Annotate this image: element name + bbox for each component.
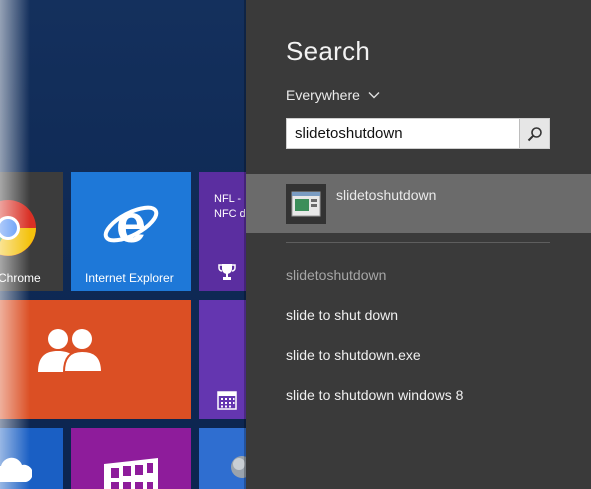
- nfl-tile[interactable]: NFL - NFC d: [199, 172, 246, 291]
- top-app-result[interactable]: slidetoshutdown: [246, 174, 591, 233]
- trophy-icon: [218, 264, 236, 280]
- weather-tile[interactable]: [199, 428, 246, 489]
- internet-explorer-tile[interactable]: e Internet Explorer: [71, 172, 191, 291]
- results-divider: [286, 242, 550, 243]
- internet-explorer-icon: e: [103, 194, 159, 254]
- chrome-icon: [0, 200, 36, 256]
- skydrive-tile[interactable]: [0, 428, 63, 489]
- svg-text:e: e: [116, 194, 146, 254]
- cloud-icon: [0, 457, 32, 482]
- desktop-app-icon: [286, 184, 326, 224]
- search-scope-dropdown[interactable]: Everywhere: [286, 87, 380, 103]
- search-input[interactable]: [287, 119, 521, 148]
- weather-sun-icon: [231, 456, 246, 478]
- chrome-tile[interactable]: Chrome: [0, 172, 63, 291]
- store-tile[interactable]: [71, 428, 191, 489]
- search-suggestion[interactable]: slide to shutdown windows 8: [286, 387, 463, 403]
- search-scope-label: Everywhere: [286, 87, 360, 103]
- calendar-icon: [217, 391, 237, 410]
- search-icon: [527, 126, 542, 141]
- top-app-result-label: slidetoshutdown: [336, 187, 437, 203]
- people-icon: [38, 329, 104, 373]
- search-pane: Search Everywhere slidetoshutdown slidet…: [246, 0, 591, 489]
- search-suggestion[interactable]: slidetoshutdown: [286, 267, 386, 283]
- people-tile[interactable]: [0, 300, 191, 419]
- chevron-down-icon: [368, 92, 380, 99]
- app-window-icon: [291, 191, 321, 217]
- search-suggestion[interactable]: slide to shutdown.exe: [286, 347, 421, 363]
- store-bag-icon: [104, 458, 158, 489]
- search-suggestion[interactable]: slide to shut down: [286, 307, 398, 323]
- start-screen: Chrome e Internet Explorer NFL - NFC d: [0, 0, 246, 489]
- nfl-tile-line1: NFL -: [214, 193, 242, 205]
- nfl-tile-line2: NFC d: [214, 208, 246, 220]
- search-submit-button[interactable]: [519, 119, 549, 148]
- internet-explorer-tile-label: Internet Explorer: [85, 271, 174, 285]
- chrome-tile-label: Chrome: [0, 271, 41, 285]
- nfl-tile-text: NFL - NFC d: [214, 192, 246, 222]
- calendar-tile[interactable]: [199, 300, 246, 419]
- search-box: [286, 118, 550, 149]
- search-title: Search: [286, 36, 371, 66]
